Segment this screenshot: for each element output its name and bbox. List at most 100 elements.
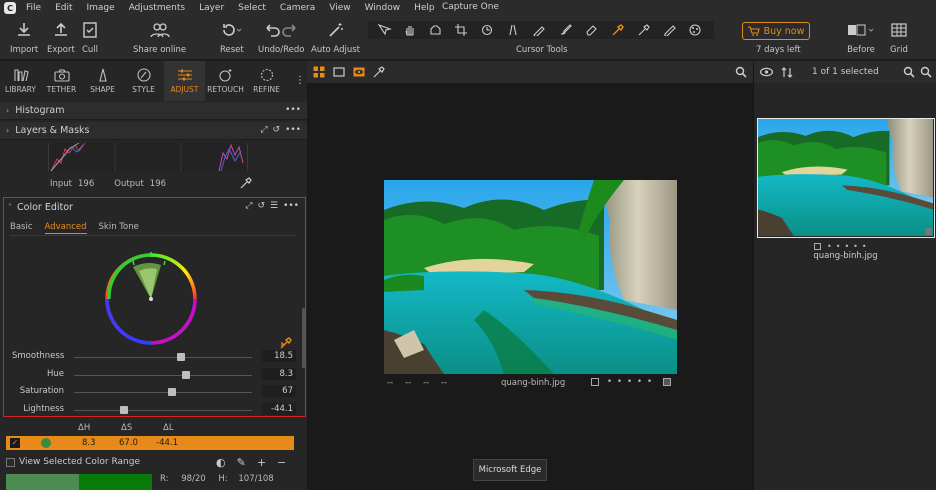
color-editor-picker-icon[interactable] [279, 336, 293, 350]
tab-adjust[interactable]: ADJUST [164, 61, 205, 101]
viewer-zoom-icon[interactable] [735, 66, 747, 78]
histogram-section-header[interactable]: › Histogram ••• [0, 102, 307, 120]
input-value[interactable]: 196 [78, 179, 94, 189]
list-icon[interactable]: ☰ [270, 201, 278, 211]
slider-track[interactable] [74, 357, 252, 358]
loupe-icon[interactable] [429, 24, 445, 36]
single-view-icon[interactable] [333, 66, 345, 78]
tab-shape[interactable]: SHAPE [82, 61, 123, 101]
layers-more-icon[interactable]: ••• [285, 125, 301, 135]
tabs-more-icon[interactable]: ⋮ [295, 75, 305, 86]
checkbox-checked[interactable]: ✓ [10, 438, 20, 448]
expand-icon[interactable]: ⤢ [245, 201, 252, 211]
reset-small-icon[interactable]: ↺ [273, 125, 281, 135]
panel-scrollbar[interactable] [302, 308, 305, 368]
expand-icon[interactable]: ⤢ [260, 125, 267, 135]
tab-advanced[interactable]: Advanced [44, 222, 87, 234]
slider-thumb[interactable] [167, 388, 176, 396]
menu-select[interactable]: Select [238, 3, 266, 13]
slider-track[interactable] [74, 410, 252, 411]
thumbnail-select-box-icon[interactable] [814, 243, 821, 250]
undo-redo-button[interactable]: Undo/Redo [258, 20, 304, 55]
slider-thumb[interactable] [176, 353, 185, 361]
hue-value[interactable]: 8.3 [262, 368, 296, 380]
white-balance-picker-icon[interactable] [637, 24, 653, 36]
tab-refine[interactable]: REFINE [246, 61, 287, 101]
contrast-icon[interactable]: ◐ [216, 456, 226, 469]
menu-layer[interactable]: Layer [199, 3, 224, 13]
smoothness-value[interactable]: 18.5 [262, 350, 296, 362]
layers-section-header[interactable]: › Layers & Masks ⤢ ↺ ••• [0, 122, 307, 140]
color-editor-more-icon[interactable]: ••• [283, 201, 299, 211]
annotate-icon[interactable] [663, 24, 679, 36]
export-button[interactable]: Export [47, 20, 75, 55]
hue-slider[interactable]: Hue 8.3 [4, 368, 300, 382]
browser-zoom-icon[interactable] [920, 66, 932, 78]
slider-track[interactable] [74, 375, 252, 376]
menu-camera[interactable]: Camera [280, 3, 315, 13]
tab-tether[interactable]: TETHER [41, 61, 82, 101]
slider-thumb[interactable] [119, 406, 128, 414]
viewer-picker-icon[interactable] [373, 66, 385, 78]
tab-library[interactable]: LIBRARY [0, 61, 41, 101]
color-editor-header[interactable]: ˅ Color Editor ⤢ ↺ ☰ ••• [4, 198, 305, 216]
smoothness-slider[interactable]: Smoothness 18.5 [4, 350, 300, 364]
rating-dots[interactable]: ••••• [607, 377, 657, 387]
gradient-icon[interactable] [689, 24, 705, 36]
view-range-checkbox[interactable] [6, 458, 15, 467]
tab-skin-tone[interactable]: Skin Tone [99, 222, 139, 234]
browser-search-icon[interactable] [903, 66, 915, 78]
tab-style[interactable]: STYLE [123, 61, 164, 101]
rotate-icon[interactable] [481, 24, 497, 36]
color-tag-icon[interactable] [663, 378, 671, 386]
tab-basic[interactable]: Basic [10, 222, 33, 234]
eye-icon[interactable] [760, 67, 773, 77]
multi-view-icon[interactable] [313, 66, 325, 78]
color-range-row[interactable]: ✓ 8.3 67.0 -44.1 [6, 436, 294, 450]
saturation-slider[interactable]: Saturation 67 [4, 385, 300, 399]
reset-button[interactable]: Reset [220, 20, 244, 55]
slider-thumb[interactable] [182, 371, 191, 379]
thumbnail-rating-dots[interactable]: ••••• [827, 242, 871, 251]
buy-now-button[interactable]: Buy now [742, 22, 810, 40]
menu-image[interactable]: Image [87, 3, 115, 13]
remove-range-icon[interactable]: − [277, 456, 286, 469]
import-button[interactable]: Import [10, 20, 38, 55]
menu-window[interactable]: Window [365, 3, 401, 13]
menu-file[interactable]: File [26, 3, 41, 13]
tab-retouch[interactable]: RETOUCH [205, 61, 246, 101]
before-button[interactable]: Before [847, 20, 875, 55]
crop-icon[interactable] [455, 24, 471, 36]
slider-track[interactable] [74, 392, 252, 393]
sort-icon[interactable] [781, 66, 793, 78]
levels-picker-icon[interactable] [240, 177, 252, 189]
menu-edit[interactable]: Edit [55, 3, 72, 13]
lightness-value[interactable]: -44.1 [262, 403, 296, 415]
picker-plus-icon[interactable]: ✎ [237, 456, 246, 469]
select-cursor-icon[interactable] [377, 24, 393, 36]
brush-mask-icon[interactable] [559, 24, 575, 36]
menu-help[interactable]: Help [414, 3, 435, 13]
eraser-icon[interactable] [585, 24, 601, 36]
grid-button[interactable]: Grid [890, 20, 908, 55]
saturation-value[interactable]: 67 [262, 385, 296, 397]
reset-small-icon[interactable]: ↺ [257, 201, 265, 211]
app-logo-icon[interactable]: C [4, 2, 16, 14]
cull-button[interactable]: Cull [82, 20, 98, 55]
menu-view[interactable]: View [329, 3, 350, 13]
auto-adjust-button[interactable]: Auto Adjust [311, 20, 360, 55]
pan-hand-icon[interactable] [403, 24, 419, 36]
spot-removal-icon[interactable] [533, 24, 549, 36]
add-range-icon[interactable]: + [257, 456, 266, 469]
main-photo[interactable] [384, 180, 677, 374]
keystone-icon[interactable] [507, 24, 523, 36]
proof-eye-icon[interactable] [353, 66, 365, 78]
menu-adjustments[interactable]: Adjustments [129, 3, 185, 13]
thumbnail[interactable] [757, 118, 935, 238]
lightness-slider[interactable]: Lightness -44.1 [4, 403, 300, 417]
color-picker-active-icon[interactable] [611, 24, 627, 36]
color-wheel[interactable] [99, 243, 203, 347]
select-box-icon[interactable] [591, 378, 599, 386]
output-value[interactable]: 196 [150, 179, 166, 189]
histogram-more-icon[interactable]: ••• [285, 105, 301, 115]
